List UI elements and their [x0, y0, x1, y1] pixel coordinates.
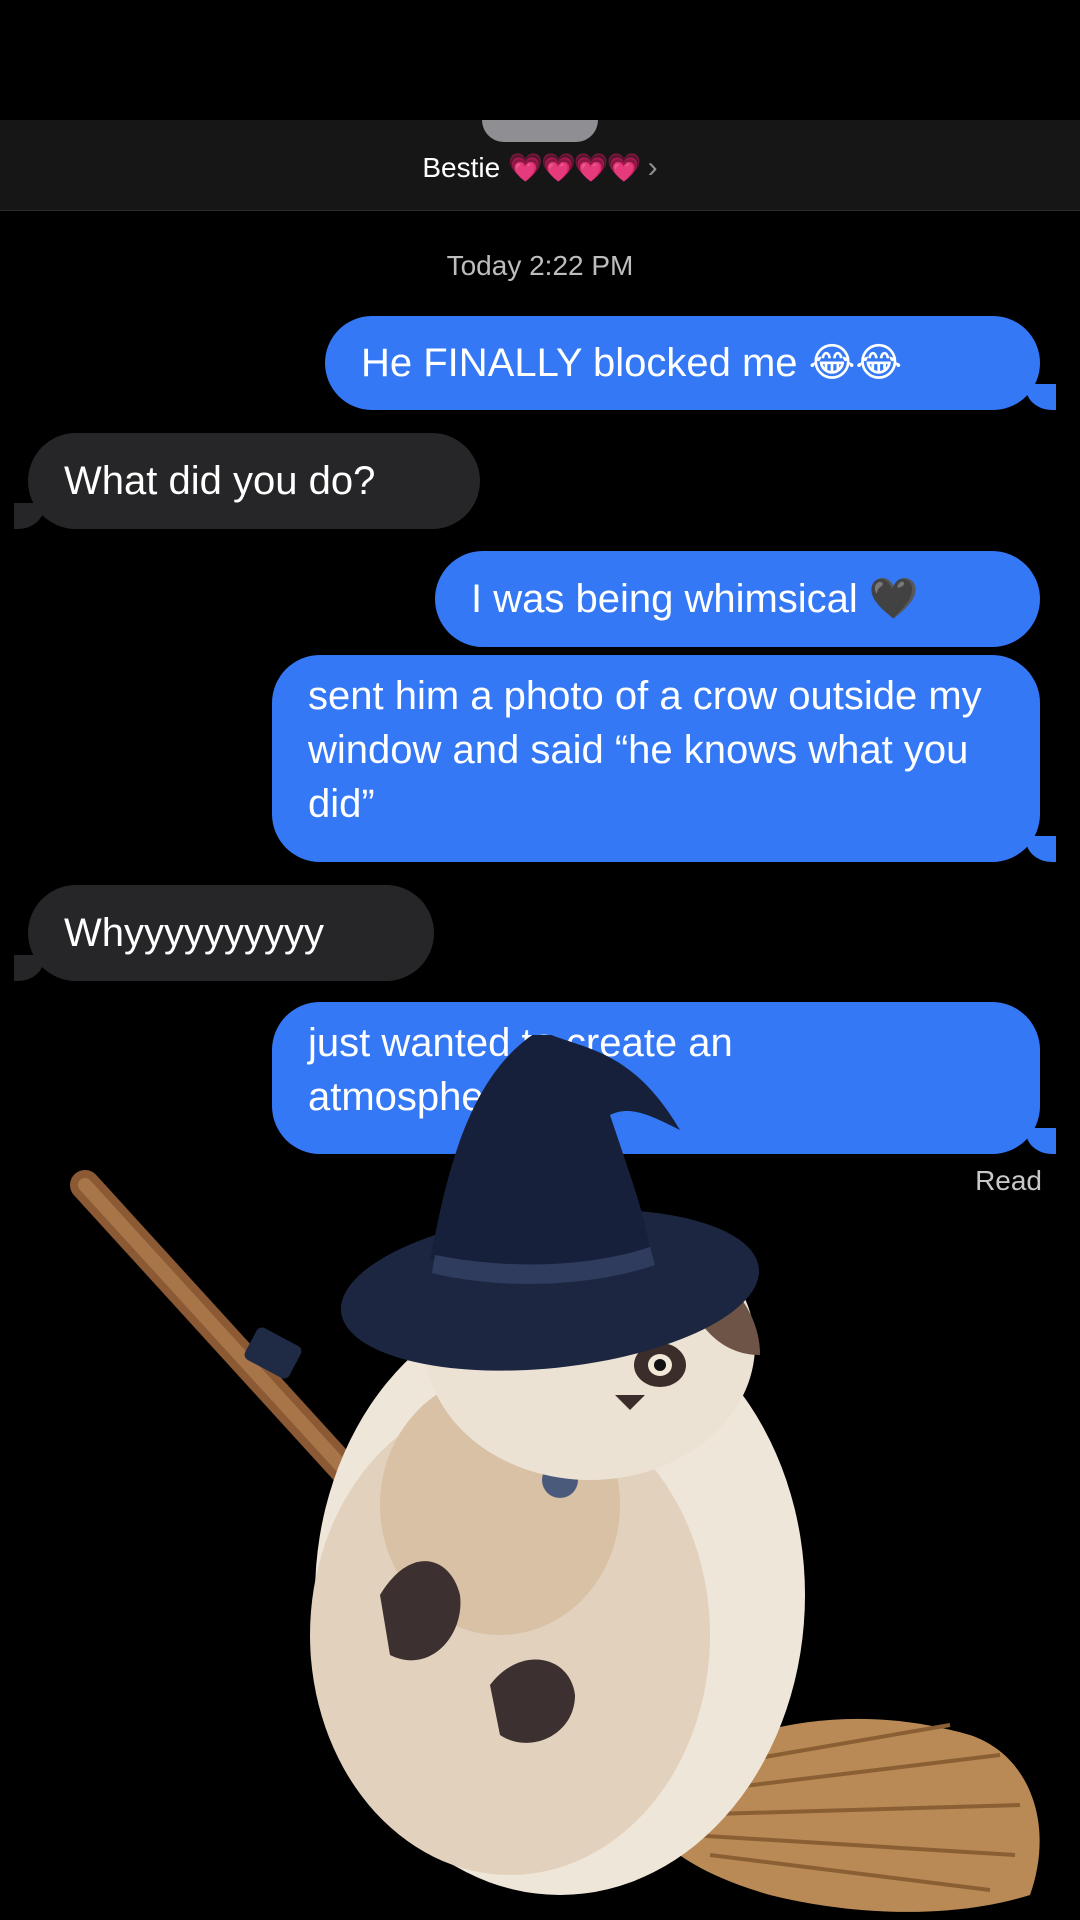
witch-cat-on-broom-sticker[interactable]: [70, 1035, 1070, 1920]
contact-name: Bestie: [422, 152, 501, 183]
bubble-tail: [14, 955, 44, 981]
sent-message-bubble[interactable]: He FINALLY blocked me 😂😂: [325, 316, 1040, 410]
received-message-bubble[interactable]: Whyyyyyyyyyy: [28, 885, 434, 981]
message-text: He FINALLY blocked me 😂😂: [361, 341, 903, 385]
contact-avatar[interactable]: [482, 120, 598, 142]
chevron-right-icon: ›: [647, 151, 658, 184]
bubble-tail: [14, 503, 44, 529]
sent-message-bubble[interactable]: I was being whimsical 🖤: [435, 551, 1040, 647]
contact-name-button[interactable]: Bestie 💗💗💗💗 ›: [0, 148, 1080, 188]
message-timestamp: Today 2:22 PM: [446, 250, 634, 281]
bubble-tail: [1026, 384, 1056, 410]
sent-message-bubble[interactable]: sent him a photo of a crow outside my wi…: [272, 655, 1040, 862]
message-text: I was being whimsical 🖤: [471, 577, 919, 621]
message-text: What did you do?: [64, 459, 376, 503]
heart-emoji-icons: 💗💗💗💗: [508, 152, 641, 183]
message-text: Whyyyyyyyyyy: [64, 911, 324, 955]
message-text: sent him a photo of a crow outside my wi…: [308, 674, 982, 826]
received-message-bubble[interactable]: What did you do?: [28, 433, 480, 529]
bubble-tail: [1026, 836, 1056, 862]
